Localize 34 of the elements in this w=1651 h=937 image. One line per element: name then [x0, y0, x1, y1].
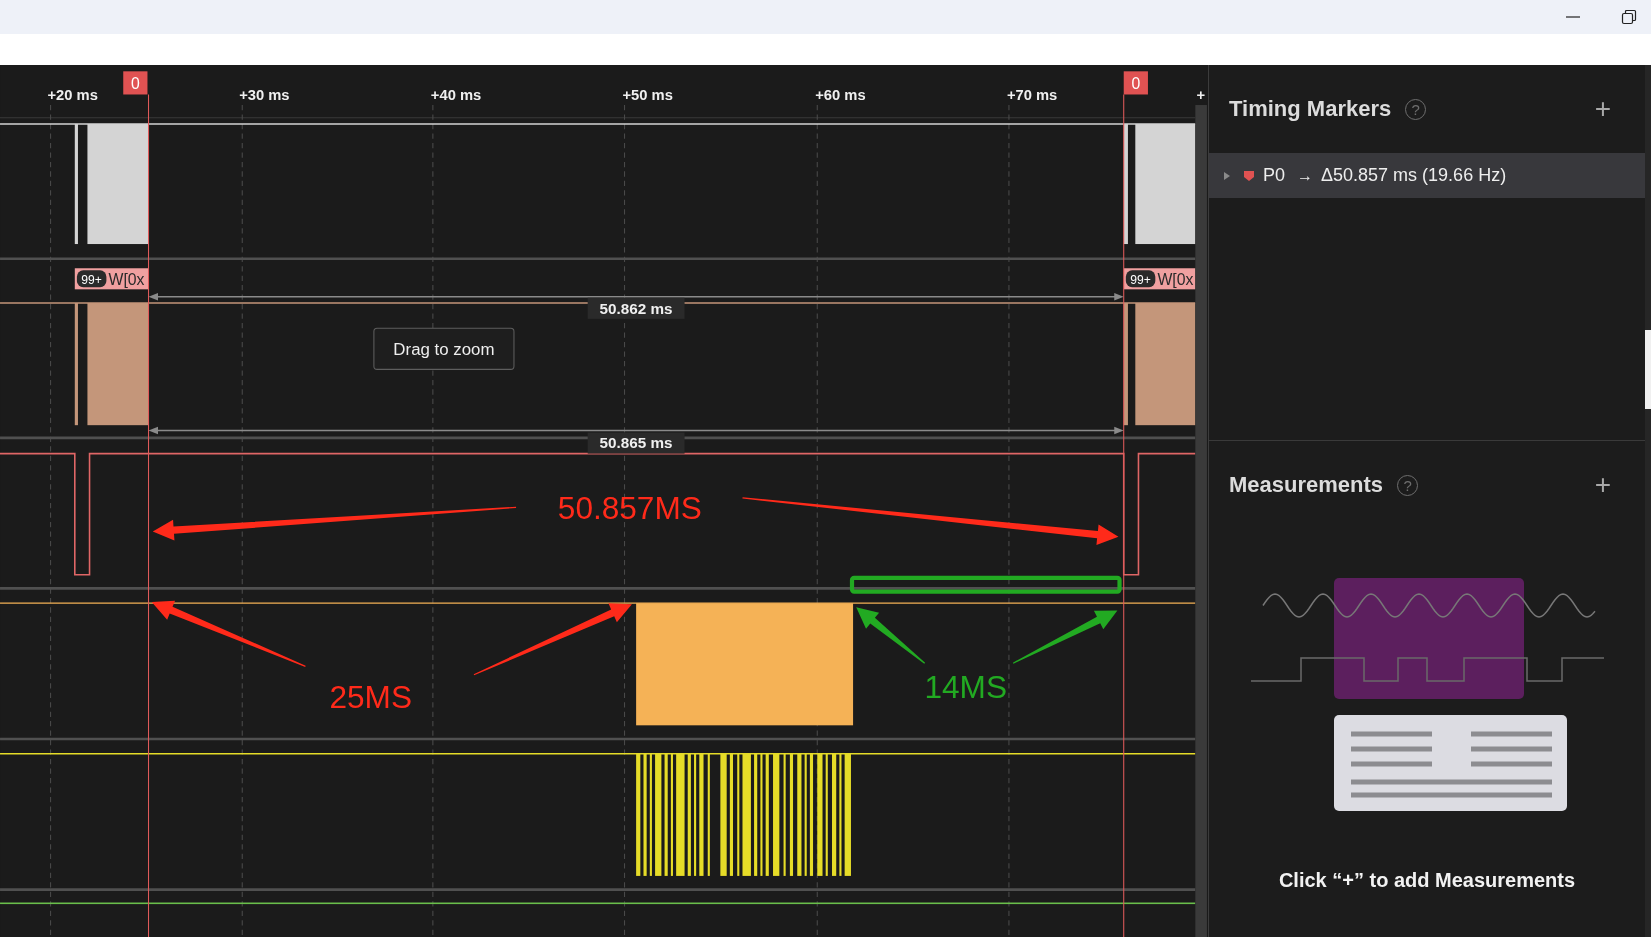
annotation-arrow: [856, 607, 926, 664]
marker-flag[interactable]: 0: [1123, 71, 1148, 95]
tick-label: +60 ms: [815, 86, 866, 103]
marker-flag[interactable]: 0: [123, 71, 148, 95]
arrow-symbol: →: [1297, 166, 1314, 185]
scrollbar[interactable]: [1195, 105, 1207, 937]
marker-name: P0: [1263, 165, 1286, 186]
section-title: Timing Markers: [1229, 96, 1392, 122]
tick-label: +50 ms: [622, 86, 673, 103]
annotation-label: 14MS: [924, 668, 1007, 705]
section-title: Measurements: [1229, 472, 1384, 498]
tick-label: +70 ms: [1006, 86, 1058, 103]
scrollbar-thumb[interactable]: [1645, 330, 1651, 409]
tooltip: Drag to zoom: [373, 327, 515, 370]
tick-label: +20 ms: [47, 86, 98, 103]
annotation-label: 50.857MS: [557, 489, 702, 526]
annotation-label: 25MS: [329, 679, 412, 716]
decoder-text: W[0x: [108, 271, 145, 289]
marker-line[interactable]: [148, 93, 150, 937]
tick-label: +30 ms: [239, 86, 290, 103]
add-button[interactable]: +: [1590, 469, 1615, 501]
decoder-text: W[0x: [1157, 271, 1194, 289]
marker-line[interactable]: [1123, 93, 1125, 937]
marker-shield-icon: [1243, 169, 1255, 182]
timing-marker-row[interactable]: P0 → Δ50.857 ms (19.66 Hz): [1209, 153, 1645, 198]
scrollbar[interactable]: [1645, 65, 1651, 937]
expand-triangle-icon[interactable]: [1223, 170, 1231, 181]
tick-label: +: [1196, 86, 1205, 103]
waveform-view[interactable]: +20 ms +30 ms +40 ms +50 ms +60 ms +70 ms + 99+ W[0x 99+ W[0x 50.862 ms 50.865 ms 0 0 Drag to zoom 50.857MS 25MS 14MS: [0, 65, 1208, 937]
tick-label: +40 ms: [430, 86, 482, 103]
marker-delta: Δ50.857 ms (19.66 Hz): [1321, 165, 1507, 186]
empty-hint: Click “+” to add Measurements: [1277, 869, 1577, 892]
restore-icon[interactable]: [1621, 9, 1637, 25]
add-button[interactable]: +: [1590, 93, 1615, 125]
